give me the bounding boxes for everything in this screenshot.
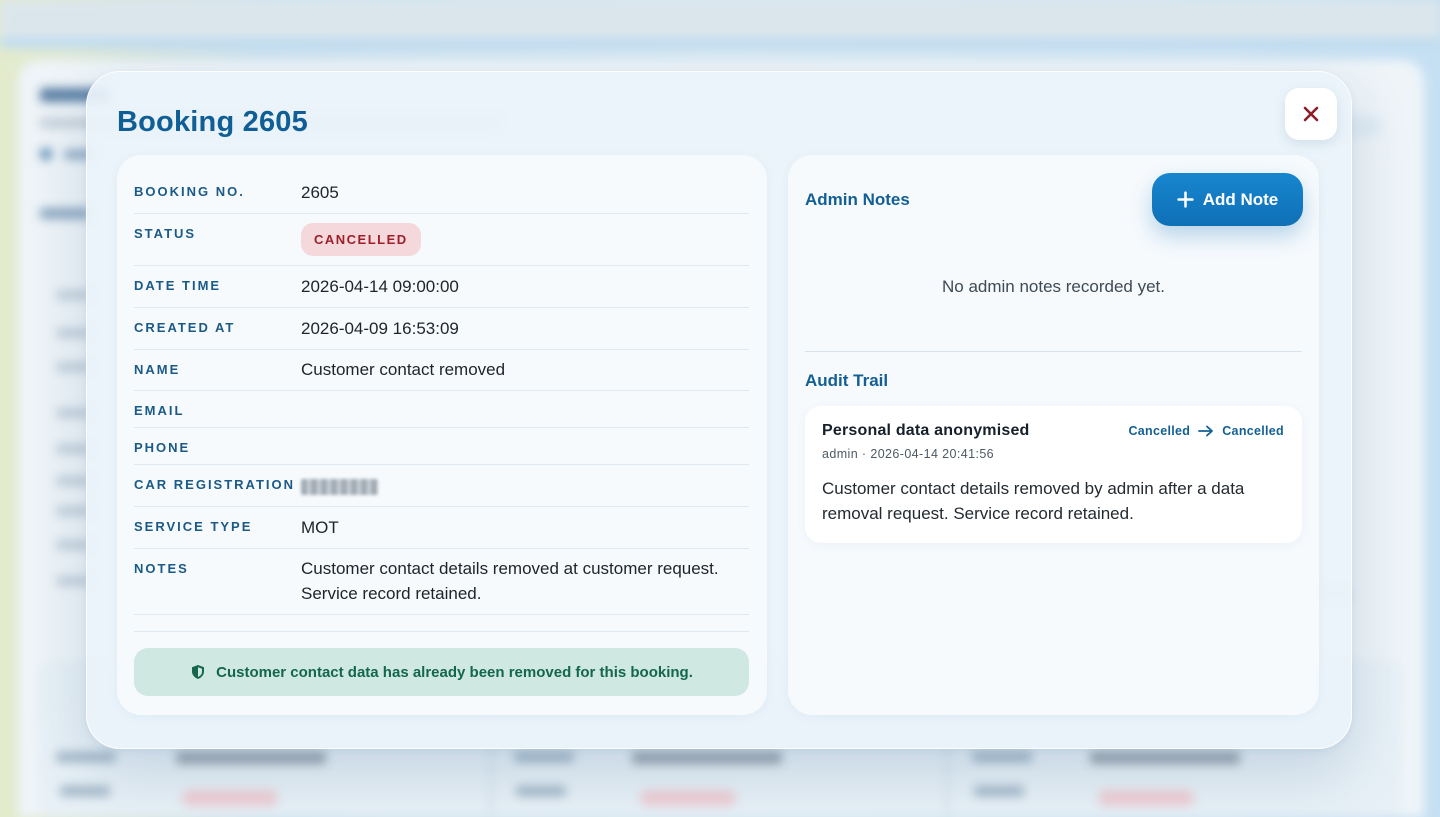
booking-number: 2605 [301,183,339,202]
admin-notes-title: Admin Notes [805,190,910,209]
date-time-value: 2026-04-14 09:00:00 [301,277,459,296]
add-note-button[interactable]: Add Note [1152,173,1303,226]
notice-text: Customer contact data has already been r… [216,663,693,681]
section-divider [805,351,1302,352]
notes-value: Customer contact details removed at cust… [301,559,719,603]
detail-label: BOOKING NO. [134,184,245,199]
status-badge: CANCELLED [301,223,421,256]
detail-label: DATE TIME [134,278,222,293]
close-button[interactable] [1285,88,1337,140]
detail-label: NAME [134,362,181,377]
detail-row-email: EMAIL [134,391,749,428]
arrow-right-icon [1198,425,1214,437]
close-icon [1303,106,1319,122]
detail-row-phone: PHONE [134,428,749,465]
audit-trail-title: Audit Trail [805,371,889,390]
detail-label: CREATED AT [134,320,236,335]
detail-row-status: STATUS CANCELLED [134,214,749,266]
admin-notes-empty: No admin notes recorded yet. [941,277,1165,296]
notes-audit-panel: Admin Notes Add Note No admin notes reco… [788,155,1319,715]
detail-row-name: NAME Customer contact removed [134,350,749,391]
shield-icon [192,665,205,679]
booking-details-panel: BOOKING NO. 2605 STATUS CANCELLED DATE T… [117,155,767,715]
divider [134,631,749,632]
detail-label: STATUS [134,226,197,241]
detail-label: PHONE [134,440,191,455]
detail-row-created-at: CREATED AT 2026-04-09 16:53:09 [134,308,749,350]
status-from: Cancelled [1128,424,1191,438]
audit-entry-body: Customer contact details removed by admi… [822,479,1245,523]
detail-label: SERVICE TYPE [134,519,253,534]
created-at-value: 2026-04-09 16:53:09 [301,319,459,338]
audit-entry-meta: admin · 2026-04-14 20:41:56 [822,447,995,461]
audit-entry-title: Personal data anonymised [822,422,1030,439]
detail-label: EMAIL [134,403,185,418]
detail-row-service-type: SERVICE TYPE MOT [134,507,749,549]
detail-row-date-time: DATE TIME 2026-04-14 09:00:00 [134,266,749,308]
plus-icon [1177,191,1194,208]
audit-entry: Personal data anonymised Cancelled Cance… [805,406,1302,543]
detail-row-car-registration: CAR REGISTRATION [134,465,749,507]
name-value: Customer contact removed [301,360,506,379]
modal-title: Booking 2605 [117,106,308,138]
data-removed-notice: Customer contact data has already been r… [134,648,749,696]
detail-row-booking-no: BOOKING NO. 2605 [134,173,749,214]
detail-label: NOTES [134,561,189,576]
detail-row-notes: NOTES Customer contact details removed a… [134,549,749,615]
status-transition: Cancelled Cancelled [1128,424,1284,438]
detail-label: CAR REGISTRATION [134,477,296,492]
booking-modal: Booking 2605 BOOKING NO. 2605 STATUS CAN… [86,71,1352,749]
status-to: Cancelled [1222,424,1284,438]
redacted-registration [301,479,378,495]
add-note-label: Add Note [1202,189,1279,209]
service-type-value: MOT [301,518,339,537]
